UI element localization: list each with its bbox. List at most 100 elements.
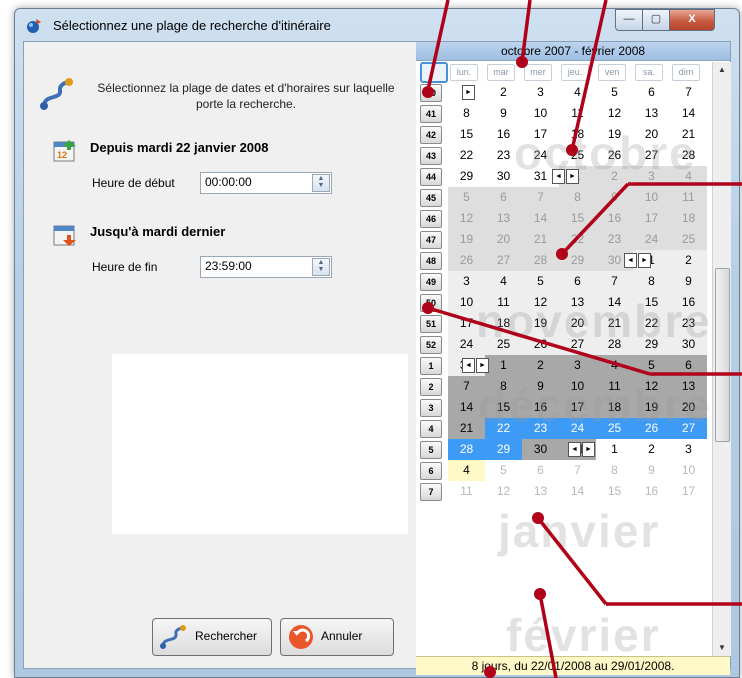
calendar-day[interactable]: 3 — [559, 355, 596, 376]
day-of-week-header[interactable]: dim — [672, 64, 700, 81]
calendar-day[interactable]: 30 — [670, 334, 707, 355]
calendar-day[interactable]: 12 — [448, 208, 485, 229]
calendar-day[interactable]: 25 — [485, 334, 522, 355]
calendar-day[interactable]: 2 — [633, 439, 670, 460]
calendar-day[interactable]: 16 — [670, 292, 707, 313]
calendar-day[interactable]: 11 — [559, 103, 596, 124]
calendar-day[interactable]: 13 — [633, 103, 670, 124]
calendar-day[interactable]: 5 — [448, 187, 485, 208]
calendar-day[interactable]: 6 — [559, 271, 596, 292]
calendar-day[interactable]: 30 — [485, 166, 522, 187]
calendar-day[interactable]: 20 — [485, 229, 522, 250]
calendar-day[interactable]: 12 — [522, 292, 559, 313]
calendar-day[interactable]: 27 — [670, 418, 707, 439]
calendar-day[interactable]: 29 — [448, 166, 485, 187]
calendar-day[interactable]: 9 — [670, 271, 707, 292]
calendar-day[interactable]: 7 — [522, 187, 559, 208]
close-button[interactable]: X — [669, 9, 715, 31]
calendar-day[interactable]: 23 — [670, 313, 707, 334]
calendar-day[interactable]: 9 — [522, 376, 559, 397]
calendar-day[interactable]: 7 — [670, 82, 707, 103]
calendar-day[interactable]: 15 — [596, 481, 633, 502]
calendar-day[interactable]: 9 — [633, 460, 670, 481]
calendar-day[interactable]: 12 — [485, 481, 522, 502]
calendar-day[interactable]: 4 — [485, 271, 522, 292]
calendar-day[interactable]: 25 — [596, 418, 633, 439]
calendar-day[interactable]: 10 — [448, 292, 485, 313]
calendar-day[interactable]: 22 — [559, 229, 596, 250]
calendar-day[interactable]: 24 — [559, 418, 596, 439]
calendar-day[interactable]: 2 — [485, 82, 522, 103]
calendar-day[interactable]: 26 — [633, 418, 670, 439]
calendar-day[interactable]: 14 — [522, 208, 559, 229]
calendar-day[interactable]: 19 — [633, 397, 670, 418]
calendar-day[interactable]: 15 — [485, 397, 522, 418]
calendar-day[interactable]: 19 — [596, 124, 633, 145]
calendar-day[interactable]: 11 — [485, 292, 522, 313]
calendar-day[interactable]: 25 — [670, 229, 707, 250]
calendar-day[interactable]: 18 — [670, 208, 707, 229]
week-number-button[interactable]: 49 — [420, 273, 442, 291]
calendar-day[interactable]: 11 — [670, 187, 707, 208]
calendar-day[interactable]: 24 — [633, 229, 670, 250]
calendar-day[interactable]: 16 — [633, 481, 670, 502]
calendar-day[interactable]: 4 — [670, 166, 707, 187]
calendar-day[interactable]: 10 — [670, 460, 707, 481]
calendar-day[interactable]: 28 — [522, 250, 559, 271]
start-time-input[interactable] — [201, 173, 303, 191]
calendar-day[interactable]: 22 — [448, 145, 485, 166]
end-time-input[interactable] — [201, 257, 303, 275]
calendar-day[interactable]: 20 — [633, 124, 670, 145]
calendar-day[interactable]: 13 — [485, 208, 522, 229]
week-number-button[interactable]: 44 — [420, 168, 442, 186]
calendar-day[interactable]: 6 — [485, 187, 522, 208]
scroll-down-icon[interactable]: ▼ — [713, 640, 731, 656]
day-of-week-header[interactable]: lun. — [450, 64, 478, 81]
next-month-icon[interactable]: ► — [462, 85, 475, 100]
calendar-day[interactable]: 4 — [559, 82, 596, 103]
end-time-spinner[interactable]: ▲ ▼ — [312, 258, 330, 276]
calendar-day[interactable]: 7 — [559, 460, 596, 481]
calendar-day[interactable]: 2 — [670, 250, 707, 271]
calendar-day[interactable]: 15 — [633, 292, 670, 313]
calendar-day[interactable]: 24 — [448, 334, 485, 355]
calendar-day[interactable]: 17 — [448, 313, 485, 334]
start-time-field[interactable]: ▲▼ — [200, 172, 332, 194]
calendar-day[interactable]: 7 — [596, 271, 633, 292]
calendar-day[interactable]: 7 — [448, 376, 485, 397]
minimize-button[interactable]: — — [615, 9, 643, 31]
day-of-week-header[interactable]: jeu. — [561, 64, 589, 81]
week-number-button[interactable]: 52 — [420, 336, 442, 354]
calendar-day[interactable]: 26 — [448, 250, 485, 271]
cancel-button[interactable]: Annuler — [280, 618, 394, 656]
week-number-button[interactable]: 1 — [420, 357, 442, 375]
week-number-button[interactable]: 48 — [420, 252, 442, 270]
calendar-day[interactable]: 16 — [485, 124, 522, 145]
calendar-day[interactable]: 16 — [522, 397, 559, 418]
week-number-button[interactable]: 42 — [420, 126, 442, 144]
calendar-day[interactable]: 8 — [448, 103, 485, 124]
calendar-day[interactable]: 20 — [559, 313, 596, 334]
next-month-icon[interactable]: ► — [582, 442, 595, 457]
calendar-day[interactable]: 6 — [522, 460, 559, 481]
week-number-button[interactable]: 5 — [420, 441, 442, 459]
calendar-day[interactable]: 14 — [596, 292, 633, 313]
calendar-day[interactable]: 22 — [485, 418, 522, 439]
calendar-scrollbar[interactable]: ▲ ▼ — [712, 62, 731, 656]
previous-month-icon[interactable]: ◄ — [462, 358, 475, 373]
end-time-field[interactable]: ▲▼ — [200, 256, 332, 278]
calendar-day[interactable]: 6 — [670, 355, 707, 376]
calendar-day[interactable]: 3 — [448, 271, 485, 292]
week-number-button[interactable]: 47 — [420, 231, 442, 249]
calendar-day[interactable]: 8 — [633, 271, 670, 292]
scroll-thumb[interactable] — [715, 268, 730, 442]
select-all-corner[interactable] — [420, 62, 448, 83]
week-number-button[interactable]: 45 — [420, 189, 442, 207]
calendar-day[interactable]: 5 — [633, 355, 670, 376]
next-month-icon[interactable]: ► — [566, 169, 579, 184]
calendar-day[interactable]: 27 — [485, 250, 522, 271]
calendar-day[interactable]: 12 — [596, 103, 633, 124]
week-number-button[interactable]: 41 — [420, 105, 442, 123]
calendar-day[interactable]: 28 — [448, 439, 485, 460]
search-button[interactable]: Rechercher — [152, 618, 272, 656]
